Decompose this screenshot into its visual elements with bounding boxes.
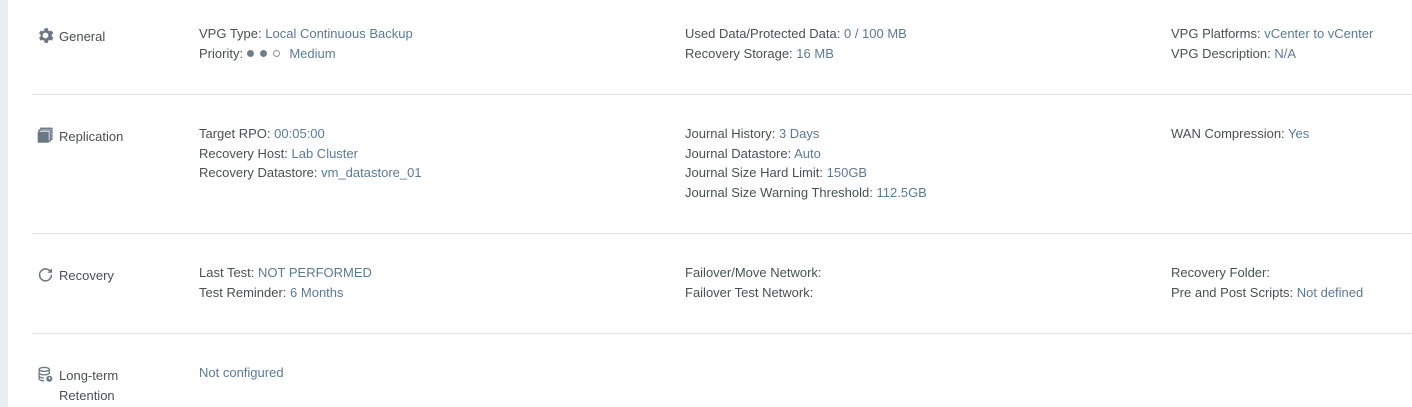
recovery-datastore-value: vm_datastore_01 [321,165,422,181]
test-reminder-row: Test Reminder: 6 Months [199,283,372,303]
scripts-value: Not defined [1296,284,1364,300]
journal-datastore-row: Journal Datastore: Auto [685,144,927,164]
failover-network-row: Failover/Move Network: [685,263,822,283]
priority-dot-1 [246,49,254,57]
replication-col-1: Target RPO: 00:05:00 Recovery Host: Lab … [199,124,422,183]
vpg-description-value: N/A [1274,45,1296,61]
priority-label: Priority: [199,45,244,61]
priority-value: Medium [289,45,336,61]
section-general-header: General [37,27,105,47]
refresh-icon [37,266,54,283]
section-replication: Replication Target RPO: 00:05:00 Recover… [32,95,1412,234]
recovery-datastore-row: Recovery Datastore: vm_datastore_01 [199,163,422,183]
general-col-3: VPG Platforms: vCenter to vCenter VPG De… [1171,24,1373,63]
vpg-type-value: Local Continuous Backup [265,26,413,41]
replication-col-2: Journal History: 3 Days Journal Datastor… [685,124,927,203]
used-data-row: Used Data/Protected Data: 0 / 100 MB [685,24,907,44]
section-retention-header: Long-term Retention [37,366,118,406]
section-retention: Long-term Retention Not configured [32,334,1412,407]
general-col-2: Used Data/Protected Data: 0 / 100 MB Rec… [685,24,907,63]
recovery-storage-value: 16 MB [796,45,834,61]
target-rpo-row: Target RPO: 00:05:00 [199,124,422,144]
vpg-description-row: VPG Description: N/A [1171,44,1373,64]
wan-compression-label: WAN Compression: [1171,126,1285,141]
section-general-title: General [59,29,106,44]
journal-datastore-value: Auto [794,145,821,161]
section-replication-header: Replication [37,127,123,147]
gear-icon [37,27,54,44]
section-retention-title-line1: Long-term [59,368,119,383]
recovery-col-3: Recovery Folder: Pre and Post Scripts: N… [1171,263,1363,302]
priority-indicator [246,46,290,61]
replication-icon [37,127,54,144]
journal-warning-row: Journal Size Warning Threshold: 112.5GB [685,183,927,203]
recovery-host-label: Recovery Host: [199,145,288,161]
recovery-folder-row: Recovery Folder: [1171,263,1363,283]
recovery-folder-label: Recovery Folder: [1171,265,1270,280]
last-test-label: Last Test: [199,265,255,280]
failover-test-network-row: Failover Test Network: [685,283,822,303]
retention-col-1: Not configured [199,363,284,383]
last-test-row: Last Test: NOT PERFORMED [199,263,372,283]
section-retention-title: Long-term Retention [59,366,118,406]
journal-hard-limit-row: Journal Size Hard Limit: 150GB [685,163,927,183]
priority-dot-2 [259,49,267,57]
journal-history-label: Journal History: [685,126,776,141]
priority-row: Priority: Medium [199,44,413,64]
last-test-value: NOT PERFORMED [258,265,372,280]
journal-hard-limit-label: Journal Size Hard Limit: [685,165,823,181]
vpg-platforms-row: VPG Platforms: vCenter to vCenter [1171,24,1373,44]
recovery-col-1: Last Test: NOT PERFORMED Test Reminder: … [199,263,372,302]
recovery-host-row: Recovery Host: Lab Cluster [199,144,422,164]
journal-hard-limit-value: 150GB [826,165,868,181]
recovery-datastore-label: Recovery Datastore: [199,165,318,181]
journal-warning-label: Journal Size Warning Threshold: [685,185,873,201]
section-replication-title: Replication [59,129,124,144]
scripts-row: Pre and Post Scripts: Not defined [1171,283,1363,303]
journal-history-row: Journal History: 3 Days [685,124,927,144]
priority-dot-3 [272,49,280,57]
recovery-storage-label: Recovery Storage: [685,45,793,61]
vpg-platforms-value: vCenter to vCenter [1264,26,1374,41]
used-data-label: Used Data/Protected Data: [685,26,841,41]
section-recovery: Recovery Last Test: NOT PERFORMED Test R… [32,234,1412,334]
left-sidebar-strip [0,0,8,407]
vpg-description-label: VPG Description: [1171,45,1271,61]
database-icon [37,366,54,383]
general-col-1: VPG Type: Local Continuous Backup Priori… [199,24,413,63]
journal-datastore-label: Journal Datastore: [685,145,792,161]
section-retention-title-line2: Retention [59,388,115,403]
test-reminder-value: 6 Months [290,284,344,300]
wan-compression-row: WAN Compression: Yes [1171,124,1309,144]
failover-network-label: Failover/Move Network: [685,265,822,280]
section-general: General VPG Type: Local Continuous Backu… [32,0,1412,95]
recovery-host-value: Lab Cluster [291,145,358,161]
vpg-type-label: VPG Type: [199,26,262,41]
section-recovery-header: Recovery [37,266,114,286]
wan-compression-value: Yes [1288,126,1310,141]
section-recovery-title: Recovery [59,268,114,283]
retention-status-value: Not configured [199,365,284,380]
vpg-type-row: VPG Type: Local Continuous Backup [199,24,413,44]
target-rpo-label: Target RPO: [199,126,271,141]
retention-status-row: Not configured [199,363,284,383]
used-data-value: 0 / 100 MB [843,26,907,41]
scripts-label: Pre and Post Scripts: [1171,284,1294,300]
recovery-col-2: Failover/Move Network: Failover Test Net… [685,263,822,302]
target-rpo-value: 00:05:00 [274,126,325,141]
replication-col-3: WAN Compression: Yes [1171,124,1309,144]
journal-warning-value: 112.5GB [876,185,927,201]
recovery-storage-row: Recovery Storage: 16 MB [685,44,907,64]
journal-history-value: 3 Days [778,126,820,141]
test-reminder-label: Test Reminder: [199,284,287,300]
failover-test-network-label: Failover Test Network: [685,284,814,300]
vpg-platforms-label: VPG Platforms: [1171,26,1261,41]
